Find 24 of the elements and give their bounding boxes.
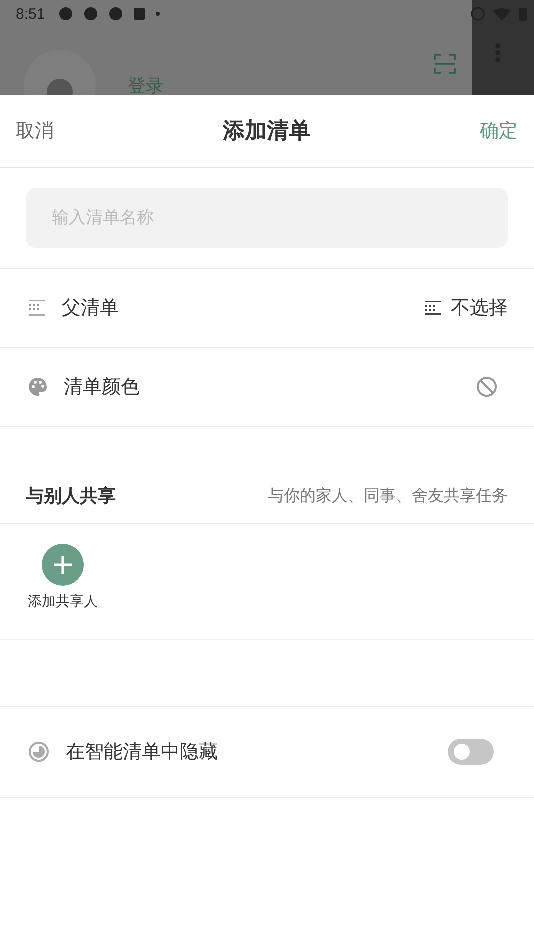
dot-icon bbox=[156, 12, 160, 16]
app-notification-icon bbox=[109, 7, 124, 21]
keyboard-notification-icon bbox=[134, 8, 146, 20]
sheet-title: 添加清单 bbox=[223, 117, 311, 145]
share-hint: 与你的家人、同事、舍友共享任务 bbox=[268, 486, 508, 506]
no-color-icon[interactable] bbox=[476, 376, 498, 398]
add-sharer-button[interactable]: 添加共享人 bbox=[28, 544, 98, 611]
cancel-button[interactable]: 取消 bbox=[16, 118, 54, 144]
share-title: 与别人共享 bbox=[26, 485, 116, 508]
scan-icon[interactable] bbox=[434, 54, 456, 74]
plus-icon bbox=[42, 544, 84, 586]
hide-toggle[interactable] bbox=[448, 739, 494, 765]
list-icon bbox=[28, 299, 46, 317]
confirm-button[interactable]: 确定 bbox=[480, 118, 518, 144]
parent-list-label: 父清单 bbox=[62, 297, 120, 321]
status-time: 8:51 bbox=[16, 6, 46, 22]
palette-icon bbox=[28, 377, 48, 397]
parent-list-selector[interactable]: 不选择 bbox=[425, 295, 508, 321]
alarm-icon bbox=[471, 7, 485, 21]
app-notification-icon bbox=[59, 7, 74, 21]
list-icon bbox=[425, 300, 441, 316]
app-notification-icon bbox=[84, 7, 98, 21]
hide-in-smart-label: 在智能清单中隐藏 bbox=[66, 741, 219, 765]
list-color-label: 清单颜色 bbox=[64, 376, 141, 400]
